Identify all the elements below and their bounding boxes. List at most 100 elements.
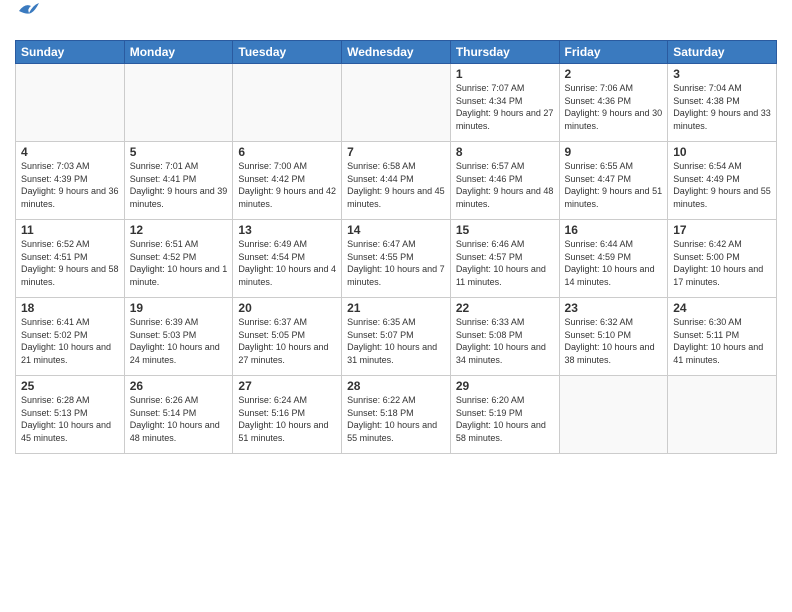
calendar-cell: 19Sunrise: 6:39 AM Sunset: 5:03 PM Dayli… xyxy=(124,298,233,376)
calendar-cell: 28Sunrise: 6:22 AM Sunset: 5:18 PM Dayli… xyxy=(342,376,451,454)
calendar-cell xyxy=(559,376,668,454)
calendar-header-wednesday: Wednesday xyxy=(342,41,451,64)
day-info: Sunrise: 6:49 AM Sunset: 4:54 PM Dayligh… xyxy=(238,238,336,288)
day-info: Sunrise: 6:46 AM Sunset: 4:57 PM Dayligh… xyxy=(456,238,554,288)
day-info: Sunrise: 6:26 AM Sunset: 5:14 PM Dayligh… xyxy=(130,394,228,444)
calendar-header-thursday: Thursday xyxy=(450,41,559,64)
calendar-cell: 18Sunrise: 6:41 AM Sunset: 5:02 PM Dayli… xyxy=(16,298,125,376)
calendar-header-tuesday: Tuesday xyxy=(233,41,342,64)
calendar-cell: 15Sunrise: 6:46 AM Sunset: 4:57 PM Dayli… xyxy=(450,220,559,298)
calendar-cell: 26Sunrise: 6:26 AM Sunset: 5:14 PM Dayli… xyxy=(124,376,233,454)
day-number: 3 xyxy=(673,67,771,81)
day-number: 20 xyxy=(238,301,336,315)
day-info: Sunrise: 7:04 AM Sunset: 4:38 PM Dayligh… xyxy=(673,82,771,132)
day-number: 10 xyxy=(673,145,771,159)
calendar-cell: 10Sunrise: 6:54 AM Sunset: 4:49 PM Dayli… xyxy=(668,142,777,220)
day-info: Sunrise: 6:58 AM Sunset: 4:44 PM Dayligh… xyxy=(347,160,445,210)
calendar-cell xyxy=(124,64,233,142)
page: SundayMondayTuesdayWednesdayThursdayFrid… xyxy=(0,0,792,612)
day-number: 8 xyxy=(456,145,554,159)
logo-bird-icon xyxy=(17,1,39,19)
calendar-cell: 4Sunrise: 7:03 AM Sunset: 4:39 PM Daylig… xyxy=(16,142,125,220)
day-info: Sunrise: 7:00 AM Sunset: 4:42 PM Dayligh… xyxy=(238,160,336,210)
day-info: Sunrise: 6:32 AM Sunset: 5:10 PM Dayligh… xyxy=(565,316,663,366)
calendar-week-3: 18Sunrise: 6:41 AM Sunset: 5:02 PM Dayli… xyxy=(16,298,777,376)
day-number: 7 xyxy=(347,145,445,159)
day-number: 25 xyxy=(21,379,119,393)
day-number: 16 xyxy=(565,223,663,237)
calendar-week-2: 11Sunrise: 6:52 AM Sunset: 4:51 PM Dayli… xyxy=(16,220,777,298)
calendar-cell: 6Sunrise: 7:00 AM Sunset: 4:42 PM Daylig… xyxy=(233,142,342,220)
day-number: 15 xyxy=(456,223,554,237)
calendar-cell: 7Sunrise: 6:58 AM Sunset: 4:44 PM Daylig… xyxy=(342,142,451,220)
day-info: Sunrise: 6:33 AM Sunset: 5:08 PM Dayligh… xyxy=(456,316,554,366)
day-info: Sunrise: 6:39 AM Sunset: 5:03 PM Dayligh… xyxy=(130,316,228,366)
logo xyxy=(15,14,39,34)
day-info: Sunrise: 6:42 AM Sunset: 5:00 PM Dayligh… xyxy=(673,238,771,288)
calendar-header-saturday: Saturday xyxy=(668,41,777,64)
day-info: Sunrise: 6:37 AM Sunset: 5:05 PM Dayligh… xyxy=(238,316,336,366)
day-info: Sunrise: 6:51 AM Sunset: 4:52 PM Dayligh… xyxy=(130,238,228,288)
day-info: Sunrise: 6:30 AM Sunset: 5:11 PM Dayligh… xyxy=(673,316,771,366)
calendar-cell: 12Sunrise: 6:51 AM Sunset: 4:52 PM Dayli… xyxy=(124,220,233,298)
day-number: 17 xyxy=(673,223,771,237)
day-info: Sunrise: 7:03 AM Sunset: 4:39 PM Dayligh… xyxy=(21,160,119,210)
calendar-cell: 1Sunrise: 7:07 AM Sunset: 4:34 PM Daylig… xyxy=(450,64,559,142)
calendar-header-sunday: Sunday xyxy=(16,41,125,64)
day-number: 5 xyxy=(130,145,228,159)
day-info: Sunrise: 7:07 AM Sunset: 4:34 PM Dayligh… xyxy=(456,82,554,132)
calendar-header-monday: Monday xyxy=(124,41,233,64)
calendar-cell: 8Sunrise: 6:57 AM Sunset: 4:46 PM Daylig… xyxy=(450,142,559,220)
day-number: 4 xyxy=(21,145,119,159)
calendar-header-row: SundayMondayTuesdayWednesdayThursdayFrid… xyxy=(16,41,777,64)
day-number: 26 xyxy=(130,379,228,393)
calendar-cell: 5Sunrise: 7:01 AM Sunset: 4:41 PM Daylig… xyxy=(124,142,233,220)
day-number: 21 xyxy=(347,301,445,315)
day-number: 11 xyxy=(21,223,119,237)
day-info: Sunrise: 7:06 AM Sunset: 4:36 PM Dayligh… xyxy=(565,82,663,132)
day-number: 13 xyxy=(238,223,336,237)
day-info: Sunrise: 6:52 AM Sunset: 4:51 PM Dayligh… xyxy=(21,238,119,288)
calendar-cell: 27Sunrise: 6:24 AM Sunset: 5:16 PM Dayli… xyxy=(233,376,342,454)
calendar-cell xyxy=(668,376,777,454)
calendar-cell: 29Sunrise: 6:20 AM Sunset: 5:19 PM Dayli… xyxy=(450,376,559,454)
day-info: Sunrise: 7:01 AM Sunset: 4:41 PM Dayligh… xyxy=(130,160,228,210)
day-info: Sunrise: 6:55 AM Sunset: 4:47 PM Dayligh… xyxy=(565,160,663,210)
day-number: 28 xyxy=(347,379,445,393)
calendar-cell xyxy=(342,64,451,142)
calendar-cell: 14Sunrise: 6:47 AM Sunset: 4:55 PM Dayli… xyxy=(342,220,451,298)
day-info: Sunrise: 6:54 AM Sunset: 4:49 PM Dayligh… xyxy=(673,160,771,210)
day-info: Sunrise: 6:20 AM Sunset: 5:19 PM Dayligh… xyxy=(456,394,554,444)
day-number: 2 xyxy=(565,67,663,81)
day-info: Sunrise: 6:24 AM Sunset: 5:16 PM Dayligh… xyxy=(238,394,336,444)
day-info: Sunrise: 6:44 AM Sunset: 4:59 PM Dayligh… xyxy=(565,238,663,288)
day-number: 1 xyxy=(456,67,554,81)
calendar-cell: 2Sunrise: 7:06 AM Sunset: 4:36 PM Daylig… xyxy=(559,64,668,142)
calendar-cell: 16Sunrise: 6:44 AM Sunset: 4:59 PM Dayli… xyxy=(559,220,668,298)
day-number: 9 xyxy=(565,145,663,159)
calendar-cell: 11Sunrise: 6:52 AM Sunset: 4:51 PM Dayli… xyxy=(16,220,125,298)
calendar-header-friday: Friday xyxy=(559,41,668,64)
calendar-cell xyxy=(233,64,342,142)
day-number: 12 xyxy=(130,223,228,237)
day-info: Sunrise: 6:35 AM Sunset: 5:07 PM Dayligh… xyxy=(347,316,445,366)
calendar-week-0: 1Sunrise: 7:07 AM Sunset: 4:34 PM Daylig… xyxy=(16,64,777,142)
calendar-week-1: 4Sunrise: 7:03 AM Sunset: 4:39 PM Daylig… xyxy=(16,142,777,220)
calendar-cell: 21Sunrise: 6:35 AM Sunset: 5:07 PM Dayli… xyxy=(342,298,451,376)
day-info: Sunrise: 6:57 AM Sunset: 4:46 PM Dayligh… xyxy=(456,160,554,210)
calendar-cell: 9Sunrise: 6:55 AM Sunset: 4:47 PM Daylig… xyxy=(559,142,668,220)
day-number: 29 xyxy=(456,379,554,393)
calendar-table: SundayMondayTuesdayWednesdayThursdayFrid… xyxy=(15,40,777,454)
calendar-cell: 22Sunrise: 6:33 AM Sunset: 5:08 PM Dayli… xyxy=(450,298,559,376)
day-number: 24 xyxy=(673,301,771,315)
header xyxy=(15,10,777,34)
day-number: 23 xyxy=(565,301,663,315)
calendar-cell: 25Sunrise: 6:28 AM Sunset: 5:13 PM Dayli… xyxy=(16,376,125,454)
calendar-cell: 24Sunrise: 6:30 AM Sunset: 5:11 PM Dayli… xyxy=(668,298,777,376)
day-number: 27 xyxy=(238,379,336,393)
day-number: 19 xyxy=(130,301,228,315)
day-number: 14 xyxy=(347,223,445,237)
calendar-cell: 3Sunrise: 7:04 AM Sunset: 4:38 PM Daylig… xyxy=(668,64,777,142)
day-info: Sunrise: 6:41 AM Sunset: 5:02 PM Dayligh… xyxy=(21,316,119,366)
day-number: 18 xyxy=(21,301,119,315)
